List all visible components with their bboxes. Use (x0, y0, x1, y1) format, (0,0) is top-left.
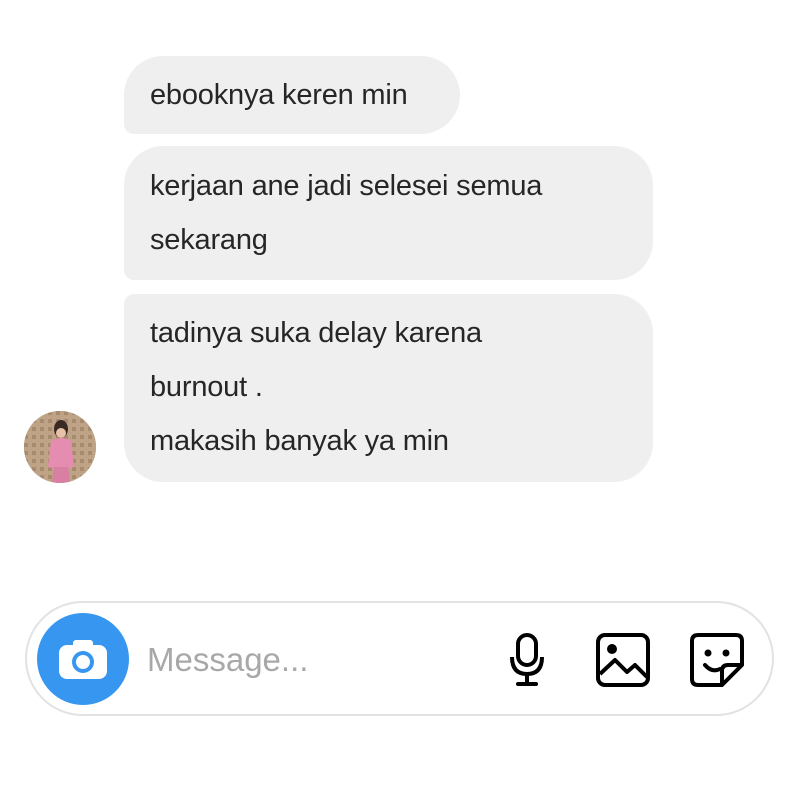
image-icon (596, 633, 650, 687)
message-bubble[interactable]: tadinya suka delay karena burnout . maka… (124, 294, 653, 482)
message-text-line: ebooknya keren min (150, 79, 408, 111)
avatar-image (24, 411, 96, 483)
message-bubble[interactable]: ebooknya keren min (124, 56, 460, 134)
message-composer (25, 601, 774, 716)
microphone-icon (510, 633, 544, 686)
microphone-button[interactable] (497, 630, 557, 690)
camera-icon (59, 640, 107, 679)
gallery-button[interactable] (593, 630, 653, 690)
message-text-line: burnout . (150, 371, 263, 403)
camera-button[interactable] (37, 613, 129, 705)
avatar[interactable] (24, 411, 96, 483)
message-text-line: tadinya suka delay karena (150, 317, 482, 349)
sticker-button[interactable] (687, 630, 747, 690)
message-input[interactable] (147, 633, 477, 687)
message-bubble[interactable]: kerjaan ane jadi selesei semua sekarang (124, 146, 653, 280)
message-text-line: makasih banyak ya min (150, 425, 449, 457)
sticker-icon (690, 633, 744, 687)
message-text-line: sekarang (150, 224, 268, 256)
message-text-line: kerjaan ane jadi selesei semua (150, 170, 543, 202)
